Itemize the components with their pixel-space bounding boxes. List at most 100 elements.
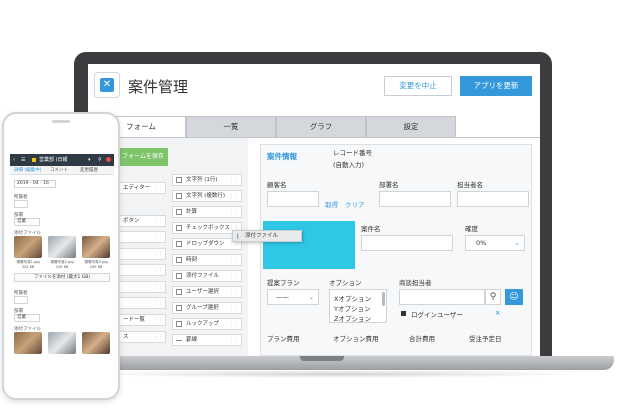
palette-item-label: エディター: [123, 185, 151, 191]
drag-handle-icon: ⋮⋮: [153, 300, 163, 306]
plan-label: 提案プラン: [267, 279, 300, 287]
drop-target-highlight: [263, 221, 355, 269]
phone-select[interactable]: 営業: [14, 218, 40, 226]
date-field[interactable]: 2019 - 04 - 16: [14, 180, 56, 188]
user-picker-icon[interactable]: ☺: [505, 289, 523, 305]
option-label: オプション: [329, 279, 362, 287]
palette-item-time[interactable]: 時刻 ⋮⋮: [172, 254, 242, 266]
palette-item-label: 文字列 (1行): [186, 177, 218, 183]
chevron-down-icon: ⌄: [308, 293, 314, 301]
drag-handle-icon: ⋮⋮: [153, 234, 163, 240]
laptop-screen: ✕ 案件管理 変更を中止 アプリを更新 フォーム 一覧 グラフ 設定 フォームを…: [88, 64, 540, 356]
thumb-size: 322 KB: [21, 265, 35, 269]
palette-item-calc[interactable]: 計算 ⋮⋮: [172, 206, 242, 218]
scrollbar[interactable]: [382, 292, 385, 306]
palette-item-record-list[interactable]: ード一覧 ⋮⋮: [118, 314, 166, 326]
drag-handle-icon: ⋮⋮: [153, 334, 163, 340]
dept-input[interactable]: [379, 191, 451, 207]
photo-thumbnail[interactable]: [14, 332, 42, 354]
phone-input[interactable]: [14, 296, 28, 304]
drag-handle-icon: ⋮⋮: [229, 209, 239, 215]
option-listbox[interactable]: Xオプション Yオプション Zオプション: [329, 289, 387, 323]
palette-item-label: チェックボックス: [186, 225, 230, 231]
user-icon: [176, 289, 182, 295]
palette-item-blank[interactable]: ⋮⋮: [118, 264, 166, 276]
checkbox-icon: [176, 225, 182, 231]
palette-item-text-multi[interactable]: 文字列 (複数行) ⋮⋮: [172, 190, 242, 202]
drag-handle-icon: ⋮⋮: [229, 321, 239, 327]
phone-frame: ‹ ☰ 営業部 (日報 ▾ ⚲ 詳細 (編集中) コメント 変更履歴 2019 …: [2, 112, 120, 400]
photo-thumbnail[interactable]: [82, 236, 110, 258]
phone-tab-comment[interactable]: コメント: [50, 167, 68, 173]
palette-item-attachment[interactable]: 添付ファイル ⋮⋮: [172, 270, 242, 282]
get-link[interactable]: 取得: [325, 199, 338, 209]
drag-handle-icon: ⋮⋮: [229, 177, 239, 183]
chevron-down-icon[interactable]: ▾: [88, 154, 91, 166]
cancel-button[interactable]: 変更を中止: [384, 76, 452, 96]
phone-select[interactable]: 営業: [14, 314, 40, 322]
phone-tab-history[interactable]: 変更履歴: [80, 167, 98, 173]
deal-input[interactable]: [361, 235, 453, 251]
palette-item-editor[interactable]: エディター ⋮⋮: [118, 182, 166, 194]
form-canvas: 案件情報 レコード番号 (自動入力) 顧客名 取得 クリア 部署名 担当者名 案…: [260, 144, 532, 356]
palette-item-lookup[interactable]: ルックアップ ⋮⋮: [172, 318, 242, 330]
contact-label: 担当者名: [457, 181, 483, 189]
search-icon[interactable]: ⚲: [485, 289, 501, 305]
palette-item-blank[interactable]: ⋮⋮: [118, 281, 166, 293]
palette-item-group-select[interactable]: グループ選択 ⋮⋮: [172, 302, 242, 314]
back-icon[interactable]: ‹: [13, 154, 15, 166]
tab-list[interactable]: 一覧: [186, 116, 276, 138]
dept-label: 部署名: [379, 181, 399, 189]
drag-handle-icon: ⋮⋮: [153, 218, 163, 224]
attach-file-button[interactable]: ファイルを添付 (最大1 GB): [14, 273, 110, 282]
palette-item-divider[interactable]: 罫線 ⋮⋮: [172, 334, 242, 346]
tab-settings[interactable]: 設定: [366, 116, 456, 138]
laptop-shadow: [80, 370, 590, 378]
photo-thumbnail[interactable]: [48, 236, 76, 258]
palette-item-label: 添付ファイル: [186, 273, 220, 279]
palette-item-label: ユーザー選択: [186, 289, 219, 295]
option-item[interactable]: Yオプション: [334, 303, 370, 313]
certainty-select[interactable]: 0% ⌄: [465, 235, 525, 251]
drag-handle-icon: ⋮⋮: [229, 305, 239, 311]
update-app-button[interactable]: アプリを更新: [460, 76, 532, 96]
palette-item-text-single[interactable]: 文字列 (1行) ⋮⋮: [172, 174, 242, 186]
photo-thumbnail[interactable]: [14, 236, 42, 258]
drag-handle-icon: ⋮⋮: [229, 289, 239, 295]
total-label: 合計費用: [409, 335, 435, 343]
contact-input[interactable]: [457, 191, 529, 207]
palette-item-blank[interactable]: ⋮⋮: [118, 231, 166, 243]
notification-badge[interactable]: [106, 157, 111, 162]
phone-tabs: 詳細 (編集中) コメント 変更履歴: [10, 166, 114, 175]
owner-input[interactable]: [399, 289, 485, 305]
photo-thumbnail[interactable]: [82, 332, 110, 354]
palette-item-user-select[interactable]: ユーザー選択 ⋮⋮: [172, 286, 242, 298]
palette-item-blank[interactable]: ⋮⋮: [118, 297, 166, 309]
save-form-button[interactable]: フォームを保存: [118, 148, 168, 166]
plan-fee-label: プラン費用: [267, 335, 300, 343]
deal-label: 案件名: [361, 225, 381, 233]
photo-thumbnail[interactable]: [48, 332, 76, 354]
option-item[interactable]: Zオプション: [334, 313, 371, 323]
page-title: 案件管理: [128, 78, 189, 96]
phone-input[interactable]: [14, 200, 28, 208]
search-icon[interactable]: ⚲: [98, 154, 102, 166]
palette-item-label: 罫線: [186, 337, 198, 343]
option-item[interactable]: Xオプション: [334, 293, 371, 303]
palette-item-blank[interactable]: ⋮⋮: [118, 248, 166, 260]
login-user-chip: ログインユーザー: [411, 311, 463, 319]
phone-app-title: 営業部 (日報: [39, 157, 68, 163]
remove-icon[interactable]: ✕: [495, 309, 500, 317]
palette-item-space[interactable]: ス ⋮⋮: [118, 331, 166, 343]
palette-item-button[interactable]: ボタン ⋮⋮: [118, 215, 166, 227]
clear-link[interactable]: クリア: [345, 199, 365, 209]
thumb-size: 249 KB: [55, 265, 69, 269]
app-icon: [32, 158, 36, 162]
tab-graph[interactable]: グラフ: [276, 116, 366, 138]
dragging-field[interactable]: ⌇ 添付ファイル: [232, 230, 302, 242]
plan-select[interactable]: —— ⌄: [267, 289, 319, 305]
menu-icon[interactable]: ☰: [21, 154, 25, 166]
phone-tab-detail[interactable]: 詳細 (編集中): [14, 167, 41, 173]
certainty-label: 確度: [465, 225, 478, 233]
customer-input[interactable]: [267, 191, 319, 207]
